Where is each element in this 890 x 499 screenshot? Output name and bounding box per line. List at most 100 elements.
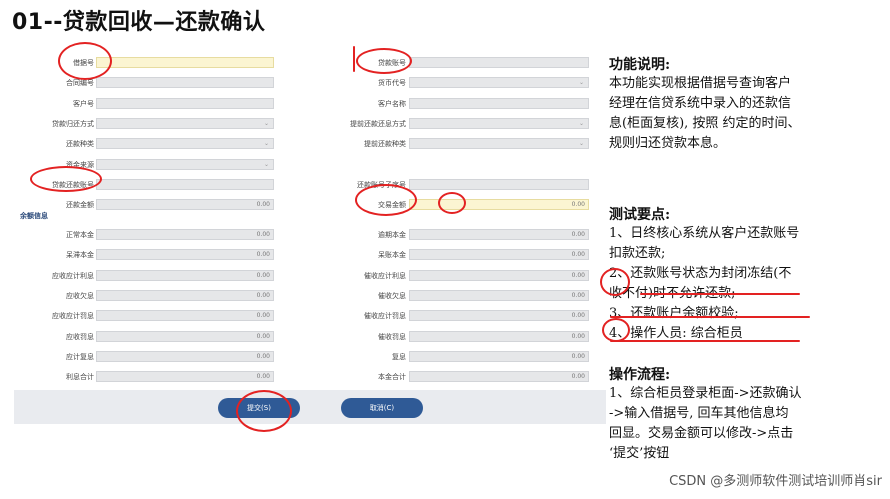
test-line: 2、还款账号状态为封闭冻结(不 bbox=[609, 266, 792, 281]
annotation-underline bbox=[610, 340, 800, 342]
function-line: 本功能实现根据借据号查询客户 bbox=[609, 76, 792, 91]
field-label: 货币代号 bbox=[378, 79, 406, 88]
field-label: 应计复息 bbox=[66, 352, 94, 361]
field-value: 0.00 bbox=[256, 332, 270, 340]
input-field[interactable] bbox=[409, 178, 589, 190]
field-value: 0.00 bbox=[256, 201, 270, 209]
input-field[interactable] bbox=[96, 57, 274, 68]
chevron-down-icon: ⌄ bbox=[578, 140, 584, 148]
input-field[interactable]: 0.00 bbox=[409, 249, 589, 261]
function-title: 功能说明: bbox=[609, 57, 671, 73]
input-field[interactable]: 0.00 bbox=[96, 249, 274, 261]
function-line: 规则归还贷款本息。 bbox=[609, 136, 727, 151]
watermark: CSDN @多测师软件测试培训师肖sir bbox=[669, 474, 882, 489]
function-description: 功能说明: 本功能实现根据借据号查询客户 经理在信贷系统中录入的还款信 息(柜面… bbox=[609, 54, 801, 154]
input-field[interactable]: 0.00 bbox=[409, 269, 589, 281]
field-value: 0.00 bbox=[571, 271, 585, 279]
flow-line: 1、综合柜员登录柜面->还款确认 bbox=[609, 386, 802, 401]
input-field[interactable]: 0.00 bbox=[96, 310, 274, 322]
field-label: 呆滞本金 bbox=[66, 251, 94, 260]
field-value: 0.00 bbox=[571, 373, 585, 381]
test-line: 1、日终核心系统从客户还款账号 bbox=[609, 226, 800, 241]
field-label: 呆账本金 bbox=[378, 251, 406, 260]
field-value: 0.00 bbox=[256, 312, 270, 320]
field-value: 0.00 bbox=[571, 201, 585, 209]
select-field[interactable]: ⌄ bbox=[409, 117, 589, 129]
page-title: 01--贷款回收—还款确认 bbox=[12, 10, 266, 35]
input-field[interactable]: 0.00 bbox=[96, 350, 274, 362]
select-field[interactable]: ⌄ bbox=[96, 117, 274, 129]
field-value: 0.00 bbox=[256, 231, 270, 238]
chevron-down-icon: ⌄ bbox=[263, 119, 269, 127]
input-field[interactable]: 0.00 bbox=[96, 371, 274, 383]
input-field[interactable] bbox=[409, 57, 589, 68]
cancel-button[interactable]: 取消(C) bbox=[341, 398, 423, 418]
chevron-down-icon: ⌄ bbox=[263, 140, 269, 148]
field-label: 应收罚息 bbox=[66, 332, 94, 341]
function-line: 经理在信贷系统中录入的还款信 bbox=[609, 96, 792, 111]
input-field[interactable]: 0.00 bbox=[96, 330, 274, 342]
operation-flow: 操作流程: 1、综合柜员登录柜面->还款确认 ->输入借据号, 回车其他信息均 … bbox=[609, 364, 802, 464]
annotation-circle bbox=[600, 268, 630, 296]
annotation-circle bbox=[30, 166, 102, 192]
field-value: 0.00 bbox=[256, 352, 270, 360]
field-label: 应收应计利息 bbox=[52, 271, 94, 280]
field-label: 逾期本金 bbox=[378, 231, 406, 239]
input-field[interactable]: 0.00 bbox=[409, 330, 589, 342]
annotation-circle bbox=[236, 390, 292, 432]
test-line: 扣款还款; bbox=[609, 246, 666, 261]
input-field[interactable] bbox=[96, 178, 274, 190]
select-field[interactable]: ⌄ bbox=[409, 138, 589, 150]
field-value: 0.00 bbox=[571, 332, 585, 340]
flow-line: ->输入借据号, 回车其他信息均 bbox=[609, 406, 789, 421]
annotation-circle bbox=[438, 192, 466, 214]
annotation-circle bbox=[58, 42, 112, 80]
field-label: 应收欠息 bbox=[66, 291, 94, 300]
function-line: 息(柜面复核), 按照 约定的时间、 bbox=[609, 116, 801, 131]
field-label: 提前还款还息方式 bbox=[350, 119, 406, 128]
field-value: 0.00 bbox=[256, 251, 270, 259]
input-field[interactable]: 0.00 bbox=[409, 371, 589, 383]
input-field[interactable]: 0.00 bbox=[409, 199, 589, 211]
input-field[interactable] bbox=[409, 97, 589, 109]
operation-flow-title: 操作流程: bbox=[609, 367, 671, 383]
input-field[interactable]: 0.00 bbox=[96, 199, 274, 211]
field-value: 0.00 bbox=[571, 312, 585, 320]
chevron-down-icon: ⌄ bbox=[578, 79, 584, 87]
field-label: 还款金额 bbox=[66, 201, 94, 210]
input-field[interactable]: 0.00 bbox=[409, 350, 589, 362]
field-label: 复息 bbox=[392, 352, 406, 361]
field-value: 0.00 bbox=[571, 352, 585, 360]
field-label: 客户号 bbox=[73, 99, 94, 108]
input-field[interactable]: 0.00 bbox=[409, 289, 589, 301]
test-points-title: 测试要点: bbox=[609, 207, 671, 223]
field-label: 催收应计罚息 bbox=[364, 312, 406, 321]
input-field[interactable]: 0.00 bbox=[96, 269, 274, 281]
input-field[interactable]: 0.00 bbox=[409, 310, 589, 322]
field-label: 还款种类 bbox=[66, 140, 94, 149]
annotation-circle bbox=[356, 48, 412, 74]
form-footer: 提交(S) 取消(C) bbox=[14, 390, 606, 424]
chevron-down-icon: ⌄ bbox=[578, 119, 584, 127]
input-field[interactable] bbox=[96, 97, 274, 109]
field-label: 正常本金 bbox=[66, 231, 94, 239]
field-label: 本金合计 bbox=[378, 373, 406, 382]
input-field[interactable]: 0.00 bbox=[96, 289, 274, 301]
input-field[interactable]: 0.00 bbox=[96, 229, 274, 240]
repayment-form: 借据号 合同编号 客户号 贷款归还方式 ⌄ 还款种类 ⌄ 资金来源 ⌄ 贷款还款账号 还款金额 0.0… bbox=[14, 46, 606, 391]
annotation-circle bbox=[355, 184, 417, 216]
field-value: 0.00 bbox=[256, 373, 270, 381]
field-label: 催收罚息 bbox=[378, 332, 406, 341]
select-field[interactable]: ⌄ bbox=[409, 77, 589, 89]
input-field[interactable]: 0.00 bbox=[409, 229, 589, 240]
field-value: 0.00 bbox=[256, 291, 270, 299]
select-field[interactable]: ⌄ bbox=[96, 138, 274, 150]
field-value: 0.00 bbox=[571, 291, 585, 299]
input-field[interactable] bbox=[96, 77, 274, 89]
test-line: 3、还款账户余额校验; bbox=[609, 306, 739, 321]
flow-line: ‘提交’按钮 bbox=[609, 446, 670, 461]
select-field[interactable]: ⌄ bbox=[96, 158, 274, 170]
field-value: 0.00 bbox=[256, 271, 270, 279]
field-label: 催收应计利息 bbox=[364, 271, 406, 280]
field-label: 利息合计 bbox=[66, 373, 94, 382]
